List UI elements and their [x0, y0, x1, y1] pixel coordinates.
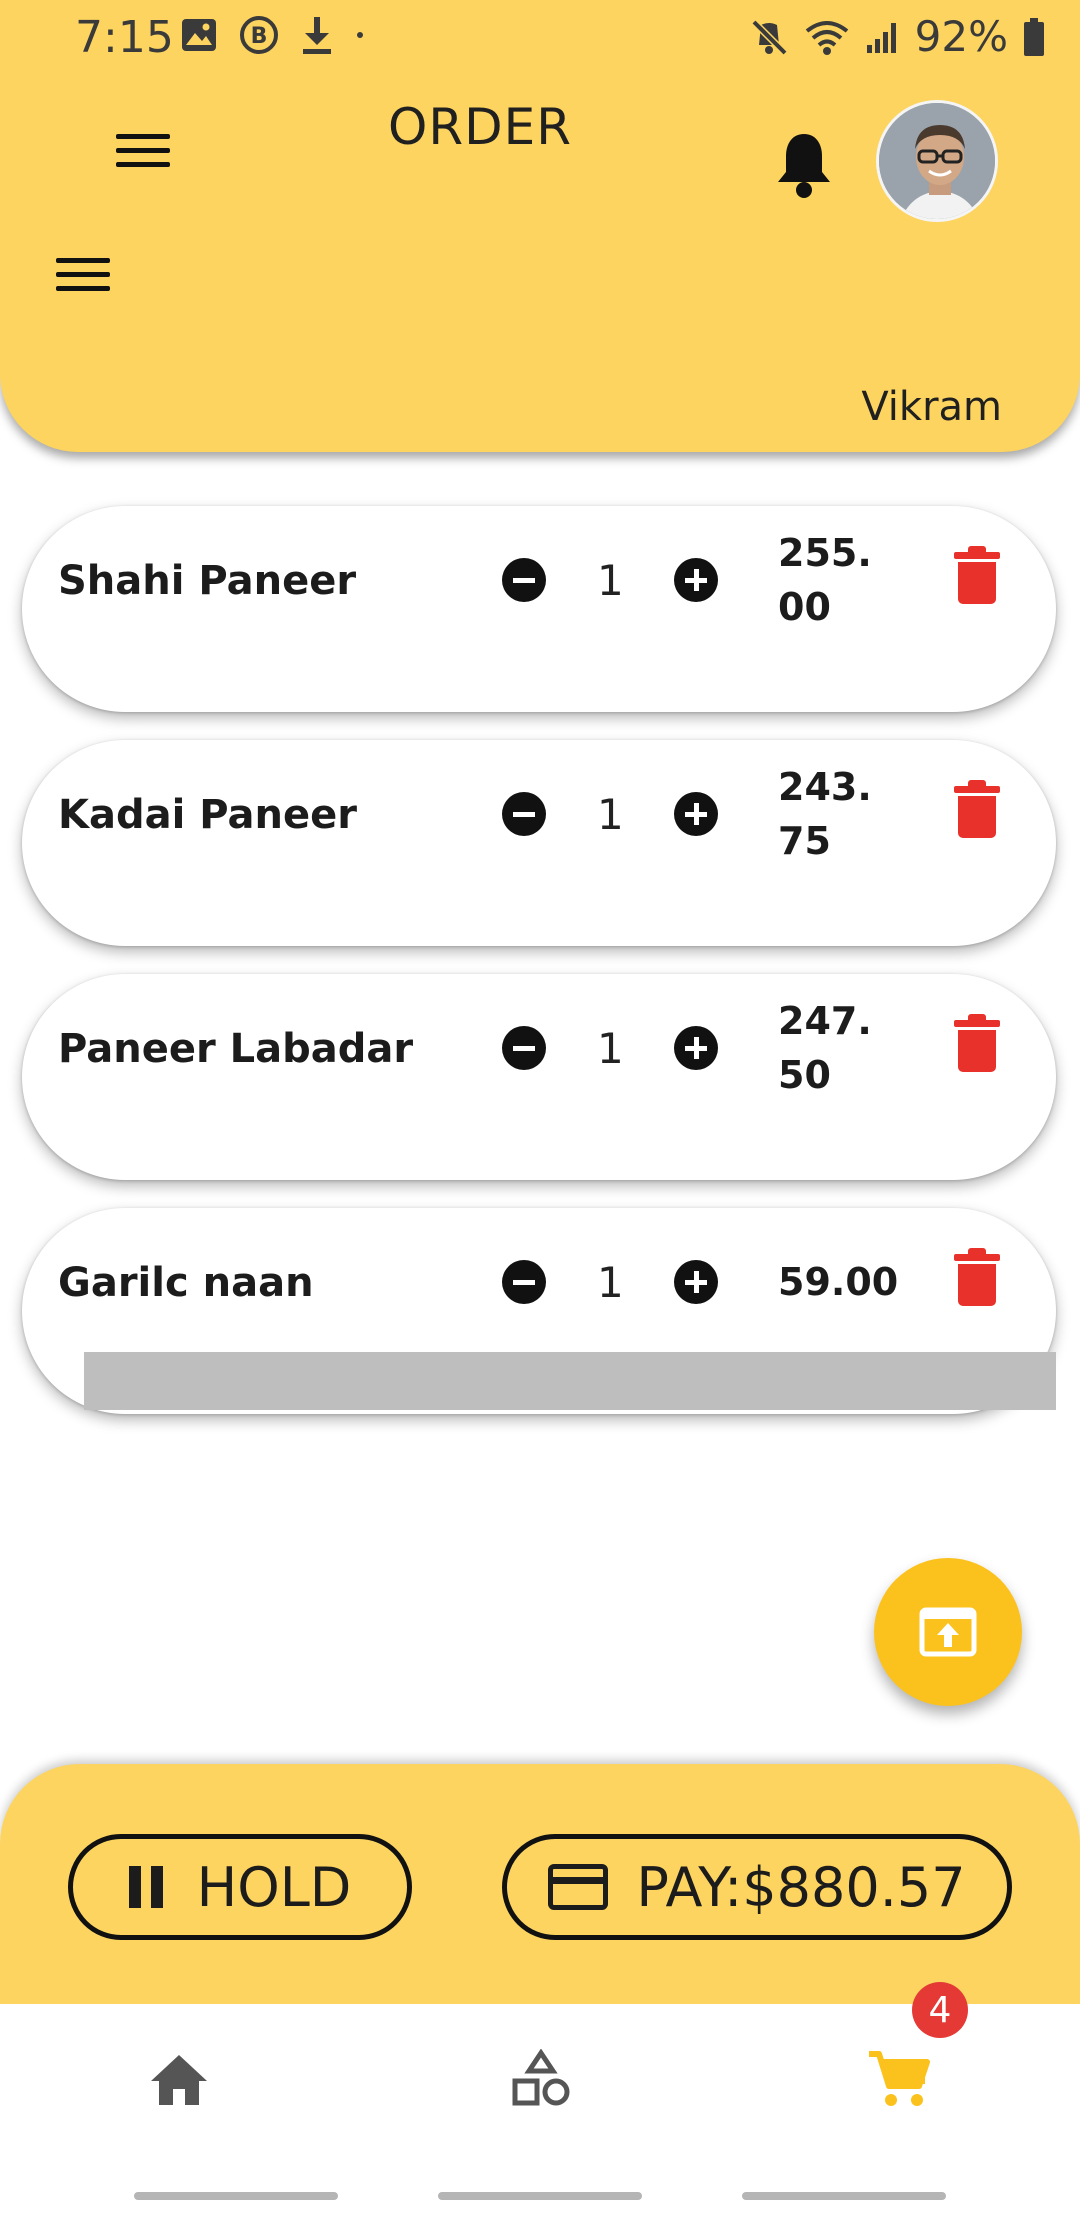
pay-label: PAY:$880.57	[636, 1855, 966, 1919]
increase-qty-button[interactable]	[674, 558, 718, 602]
item-price: 247.50	[778, 999, 872, 1097]
status-time: 7:15	[75, 12, 174, 63]
menu-line-icon	[56, 286, 110, 291]
item-name: Garilc naan	[58, 1260, 314, 1306]
nav-home[interactable]	[134, 2034, 224, 2124]
increase-qty-button[interactable]	[674, 1260, 718, 1304]
cart-icon	[869, 2051, 930, 2106]
menu-line-icon	[56, 258, 110, 263]
item-name: Shahi Paneer	[58, 558, 357, 604]
battery-icon	[1024, 17, 1044, 56]
shapes-icon	[512, 2049, 570, 2106]
notification-bell-icon[interactable]	[774, 130, 834, 200]
signal-icon	[866, 22, 896, 53]
cart-badge: 4	[912, 1982, 968, 2038]
bottom-navigation	[0, 2004, 1080, 2220]
svg-text:B: B	[251, 24, 268, 49]
image-icon	[182, 19, 216, 51]
pay-button[interactable]: PAY:$880.57	[502, 1834, 1012, 1940]
delete-item-icon[interactable]	[954, 780, 1000, 838]
delete-item-icon[interactable]	[954, 1248, 1000, 1306]
open-in-new-fab[interactable]	[874, 1558, 1022, 1706]
credit-card-icon	[548, 1864, 609, 1910]
menu-line-icon	[116, 162, 170, 167]
hold-label: HOLD	[196, 1855, 352, 1919]
item-name: Paneer Labadar	[58, 1026, 414, 1072]
item-qty: 1	[597, 556, 624, 605]
hold-button[interactable]: HOLD	[68, 1834, 412, 1940]
dot-icon	[357, 32, 363, 38]
list-overlay-strip	[84, 1352, 1056, 1410]
gesture-bar	[742, 2192, 946, 2200]
item-price: 59.00	[778, 1260, 899, 1304]
app-header: 7:15 B 92% ORDER Vikram	[0, 0, 1080, 452]
username-label: Vikram	[861, 384, 1002, 430]
item-price: 243.75	[778, 765, 872, 863]
b-icon: B	[240, 16, 278, 54]
mute-icon	[751, 19, 788, 55]
pause-icon	[128, 1866, 163, 1908]
order-item-card: Kadai Paneer 1 243.75	[22, 740, 1056, 946]
item-price: 255.00	[778, 531, 872, 629]
open-window-icon	[919, 1607, 977, 1657]
gesture-bar	[134, 2192, 338, 2200]
status-icons-right: 92%	[749, 12, 1046, 61]
secondary-menu-button[interactable]	[56, 258, 110, 300]
item-qty: 1	[597, 1258, 624, 1307]
item-name: Kadai Paneer	[58, 792, 357, 838]
decrease-qty-button[interactable]	[502, 558, 546, 602]
home-icon	[151, 2055, 207, 2105]
order-item-card: Shahi Paneer 1 255.00	[22, 506, 1056, 712]
user-avatar[interactable]	[876, 100, 998, 222]
gesture-bar	[438, 2192, 642, 2200]
nav-cart[interactable]	[854, 2034, 944, 2124]
decrease-qty-button[interactable]	[502, 1026, 546, 1070]
decrease-qty-button[interactable]	[502, 1260, 546, 1304]
delete-item-icon[interactable]	[954, 1014, 1000, 1072]
increase-qty-button[interactable]	[674, 1026, 718, 1070]
item-qty: 1	[597, 790, 624, 839]
menu-line-icon	[56, 272, 110, 277]
order-item-card: Paneer Labadar 1 247.50	[22, 974, 1056, 1180]
avatar-portrait-icon	[879, 103, 995, 219]
nav-categories[interactable]	[496, 2034, 586, 2124]
decrease-qty-button[interactable]	[502, 792, 546, 836]
status-icons-left: B	[180, 14, 366, 56]
delete-item-icon[interactable]	[954, 546, 1000, 604]
wifi-icon	[805, 20, 848, 55]
item-qty: 1	[597, 1024, 624, 1073]
checkout-panel: HOLD PAY:$880.57	[0, 1764, 1080, 2004]
increase-qty-button[interactable]	[674, 792, 718, 836]
battery-percent: 92%	[914, 12, 1008, 61]
download-icon	[303, 17, 331, 54]
